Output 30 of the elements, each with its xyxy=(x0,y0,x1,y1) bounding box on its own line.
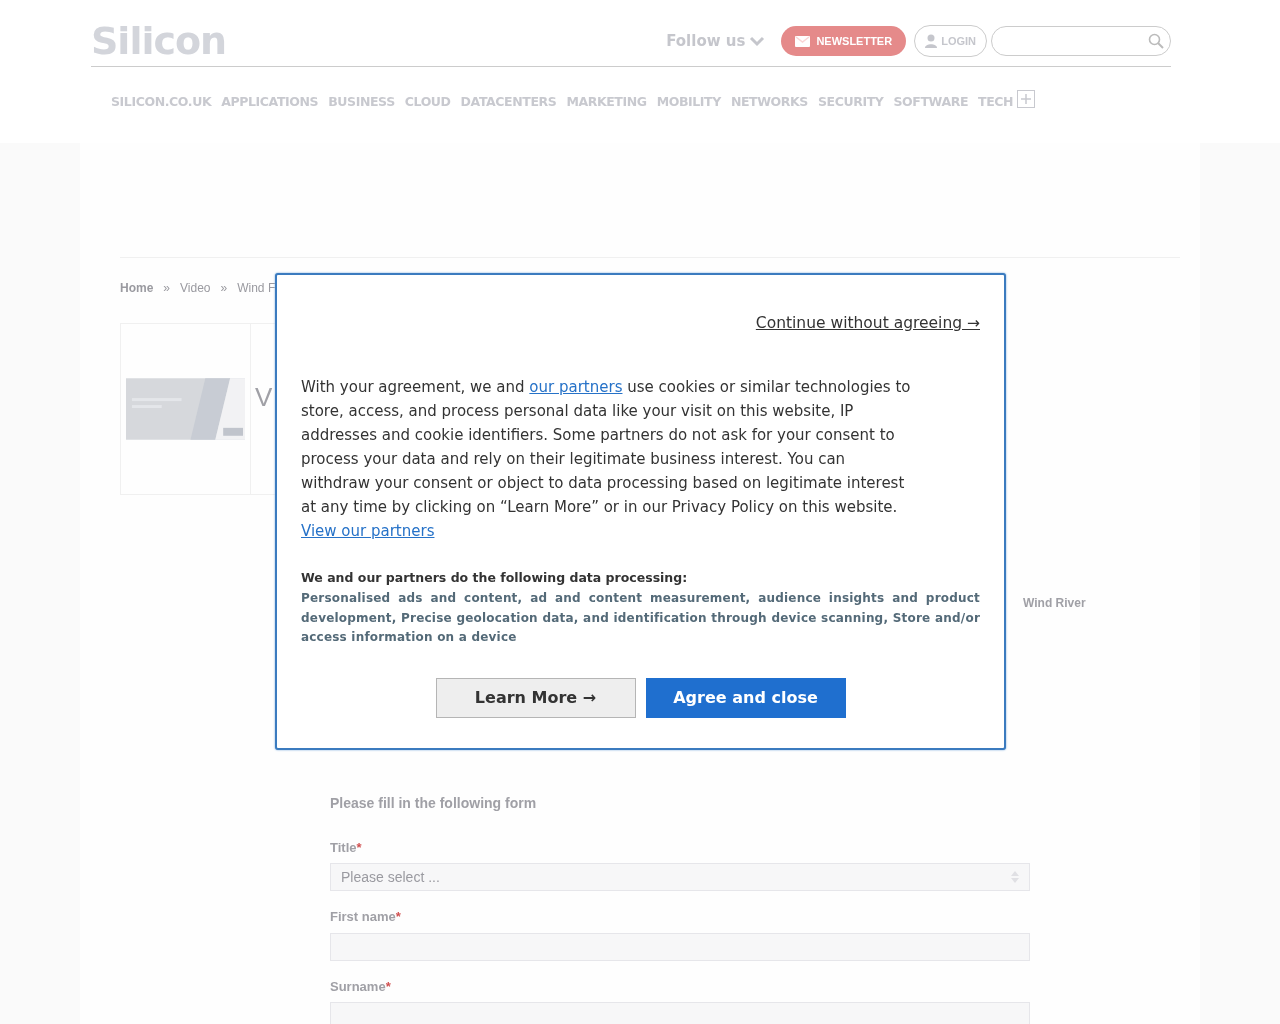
envelope-icon xyxy=(795,35,811,47)
input-field[interactable] xyxy=(330,932,1030,961)
breadcrumb-link[interactable]: Video xyxy=(180,279,211,297)
login-button[interactable]: LOGIN xyxy=(914,24,987,58)
form-heading: Please fill in the following form xyxy=(330,795,538,812)
search-icon[interactable] xyxy=(1148,33,1164,49)
breadcrumb-separator: » xyxy=(163,280,171,297)
breadcrumb-link[interactable]: Wind F xyxy=(237,279,276,297)
newsletter-button[interactable]: NEWSLETTER xyxy=(781,25,907,57)
sidebar-label: Wind River xyxy=(1023,595,1086,612)
processing-list: Personalised ads and content, ad and content measurement, audience insights and product development, Precise geolocation data, and identification through device scanning, Store and/or access information on a device xyxy=(301,589,980,648)
partners-link[interactable]: our partners xyxy=(529,378,623,397)
learn-more-button[interactable]: Learn More → xyxy=(435,677,636,718)
field-label: First name* xyxy=(330,908,402,927)
processing-heading: We and our partners do the following data processing: xyxy=(301,569,689,588)
partners-link[interactable]: View our partners xyxy=(301,522,435,541)
input-field[interactable] xyxy=(330,1002,1030,1024)
agree-button[interactable]: Agree and close xyxy=(645,677,846,718)
user-icon xyxy=(925,34,938,48)
consent-text: With your agreement, we and our partners use cookies or similar technologies to store, access, and process personal data like your visit on this website, IP addresses and cookie identifiers. Some partners do not ask for your consent to process your data and rely on their legitimate business interest. You can withdraw your consent or object to data processing based on legitimate interest at any time by clicking on “Learn More” or in our Privacy Policy on this website. View our partners xyxy=(301,377,911,543)
article-title: V xyxy=(254,381,273,414)
chevron-down-icon[interactable] xyxy=(749,35,766,47)
plus-icon[interactable] xyxy=(1017,90,1036,109)
breadcrumb-link[interactable]: Home xyxy=(120,279,154,297)
continue-without-agreeing-link[interactable]: Continue without agreeing → xyxy=(755,314,980,332)
field-label: Surname* xyxy=(330,977,392,996)
breadcrumb-separator: » xyxy=(220,280,228,297)
follow-us-label: Follow us xyxy=(666,30,746,52)
field-label: Title* xyxy=(330,838,363,857)
title-select[interactable]: Please select ... xyxy=(330,863,1030,892)
